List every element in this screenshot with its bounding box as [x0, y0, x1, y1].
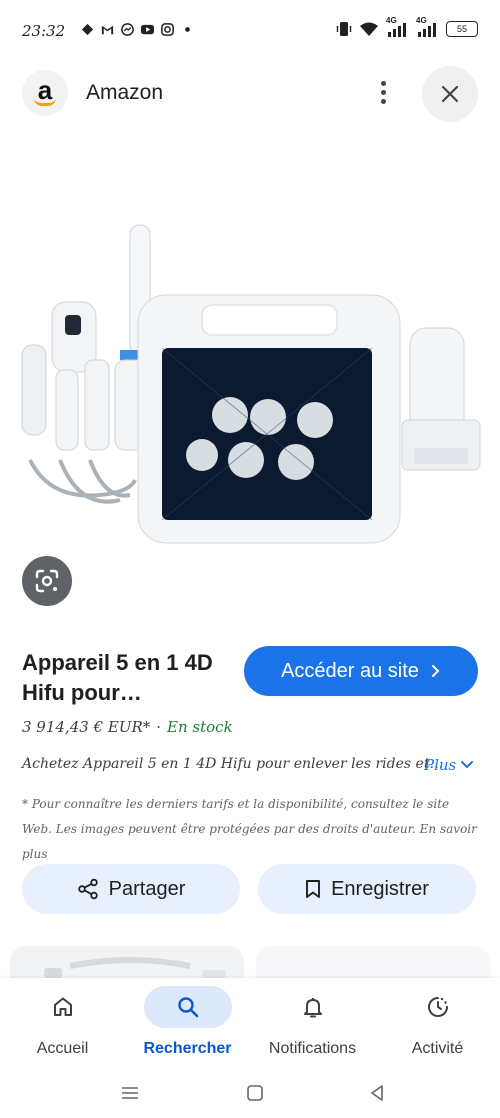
separator: ·	[156, 718, 162, 736]
save-button[interactable]: Enregistrer	[258, 864, 476, 914]
nav-icon-container	[394, 986, 482, 1028]
system-navigation-bar	[0, 1068, 500, 1118]
nav-icon-container	[143, 986, 232, 1028]
nav-label: Rechercher	[143, 1040, 232, 1057]
activity-icon	[427, 997, 448, 1017]
product-description: Achetez Appareil 5 en 1 4D Hifu pour enl…	[22, 756, 444, 772]
nav-item-activity[interactable]: Activité	[375, 978, 500, 1068]
bottom-navigation: Accueil Rechercher Notifications Activit…	[0, 978, 500, 1068]
messenger-icon	[121, 23, 134, 36]
more-options-button[interactable]	[368, 74, 398, 110]
dot	[380, 89, 386, 95]
amazon-logo[interactable]: a	[22, 70, 68, 116]
share-button[interactable]: Partager	[22, 864, 240, 914]
close-icon	[441, 85, 459, 103]
source-title[interactable]: Amazon	[86, 81, 163, 105]
nav-icon-container	[19, 986, 107, 1028]
network-type-2: 4G	[416, 16, 427, 25]
signal-2: 4G	[416, 16, 440, 38]
price-row: 3 914,43 € EUR* · En stock	[22, 718, 233, 736]
nav-label: Notifications	[268, 1040, 357, 1057]
product-title: Appareil 5 en 1 4D Hifu pour…	[22, 650, 213, 705]
status-time: 23:32	[22, 22, 66, 40]
disclaimer: * Pour connaître les derniers tarifs et …	[22, 797, 477, 861]
battery-icon: 55	[446, 21, 478, 37]
more-description-link[interactable]: Plus	[424, 756, 474, 774]
product-image[interactable]	[10, 210, 490, 560]
stock-status: En stock	[167, 718, 233, 736]
battery-level: 55	[456, 24, 467, 34]
search-icon	[177, 997, 198, 1018]
nav-item-search[interactable]: Rechercher	[125, 978, 250, 1068]
status-bar: 23:32 4G 4G 55	[0, 0, 500, 62]
system-status: 4G 4G 55	[336, 16, 478, 38]
dot	[380, 80, 386, 86]
vibrate-icon	[336, 22, 352, 36]
back-button[interactable]	[362, 1078, 392, 1108]
close-button[interactable]	[422, 66, 478, 122]
main-device	[137, 294, 401, 544]
share-icon	[77, 878, 98, 900]
visit-site-label: Accéder au site	[281, 659, 419, 682]
chevron-down-icon	[461, 761, 474, 769]
price: 3 914,43 € EUR*	[22, 718, 151, 736]
bell-icon	[303, 998, 322, 1018]
menu-icon	[122, 1087, 138, 1099]
recent-apps-button[interactable]	[115, 1078, 145, 1108]
source-header: a Amazon	[0, 62, 500, 122]
bookmark-icon	[306, 880, 321, 898]
home-icon	[53, 997, 72, 1016]
home-button[interactable]	[240, 1078, 270, 1108]
nav-item-notifications[interactable]: Notifications	[250, 978, 375, 1068]
diamond-app-icon	[81, 23, 94, 36]
notification-icons	[80, 22, 195, 37]
lens-icon	[35, 569, 59, 593]
visit-site-button[interactable]: Accéder au site	[244, 646, 478, 696]
dot-icon	[185, 27, 190, 32]
square-icon	[247, 1085, 263, 1101]
dot	[380, 98, 386, 104]
back-triangle-icon	[371, 1085, 383, 1101]
amazon-smile-icon	[34, 98, 56, 106]
network-type-1: 4G	[386, 16, 397, 25]
right-handpiece	[401, 327, 481, 471]
share-label: Partager	[108, 877, 186, 900]
google-lens-button[interactable]	[22, 556, 72, 606]
nav-label: Activité	[411, 1040, 464, 1057]
handpiece-group	[21, 224, 151, 504]
nav-item-home[interactable]: Accueil	[0, 978, 125, 1068]
signal-1: 4G	[386, 16, 410, 38]
youtube-icon	[140, 24, 155, 35]
chevron-right-icon	[431, 665, 440, 677]
nav-label: Accueil	[36, 1040, 89, 1057]
instagram-icon	[161, 23, 174, 36]
gmail-icon	[101, 25, 114, 35]
nav-icon-container	[269, 986, 357, 1028]
plus-label: Plus	[424, 756, 457, 774]
save-label: Enregistrer	[331, 877, 429, 900]
wifi-icon	[360, 22, 378, 36]
